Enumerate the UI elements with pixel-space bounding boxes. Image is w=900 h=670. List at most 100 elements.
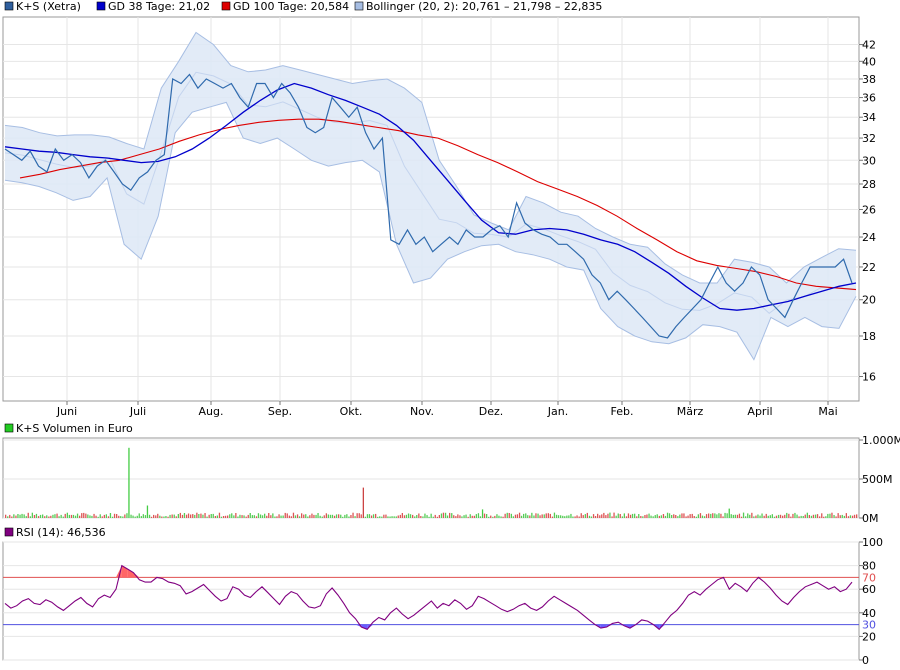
- volume-bar: [529, 515, 531, 518]
- volume-bar: [241, 515, 243, 518]
- volume-bar: [525, 513, 527, 518]
- volume-bar: [389, 516, 391, 518]
- legend-swatch-3: [354, 1, 364, 11]
- volume-bar: [461, 516, 463, 518]
- volume-bar: [695, 516, 697, 518]
- volume-bar: [179, 512, 181, 518]
- volume-panel-frame: [2, 437, 860, 519]
- volume-bar: [309, 515, 311, 518]
- price-x-tick-label: April: [747, 405, 772, 418]
- volume-bar: [276, 516, 278, 518]
- volume-bar: [366, 514, 369, 518]
- volume-bar: [473, 515, 475, 518]
- volume-bar: [387, 516, 389, 518]
- volume-bar: [132, 515, 134, 518]
- volume-bar: [50, 515, 52, 518]
- volume-bar: [821, 513, 823, 518]
- volume-bar: [574, 516, 576, 518]
- volume-bar: [62, 516, 64, 518]
- volume-bar: [5, 514, 7, 518]
- volume-bar: [391, 516, 393, 518]
- price-x-tick-label: Okt.: [340, 405, 363, 418]
- volume-bar: [122, 516, 124, 518]
- volume-bar: [784, 514, 786, 518]
- legend-label-2: GD 100 Tage: 20,584: [233, 0, 349, 13]
- volume-bar: [765, 513, 767, 518]
- volume-bar: [231, 513, 233, 518]
- volume-bar: [173, 514, 175, 518]
- volume-bar: [89, 515, 91, 518]
- volume-bar: [627, 513, 630, 518]
- volume-bar: [95, 515, 97, 518]
- volume-bar: [794, 512, 796, 518]
- volume-bar: [543, 514, 545, 518]
- volume-y-tick-label: 500M: [862, 473, 893, 486]
- volume-bar: [422, 516, 424, 518]
- volume-bar: [568, 515, 570, 518]
- rsi-y-axis: 020406080100: [859, 536, 883, 667]
- volume-bar: [588, 515, 591, 518]
- price-y-tick-label: 16: [862, 370, 876, 383]
- volume-bar: [11, 516, 13, 518]
- volume-bar: [416, 515, 418, 518]
- volume-bar: [362, 487, 364, 518]
- volume-bar: [313, 514, 315, 518]
- volume-bar: [385, 514, 387, 518]
- volume-bar: [33, 515, 36, 518]
- volume-bar: [393, 516, 395, 518]
- volume-bar: [356, 513, 358, 518]
- volume-bar: [629, 514, 632, 518]
- volume-bar: [773, 516, 776, 518]
- volume-bar: [742, 512, 745, 518]
- volume-bar: [167, 516, 169, 518]
- volume-bar: [31, 512, 33, 518]
- volume-bar: [745, 516, 747, 518]
- volume-bar: [689, 514, 691, 518]
- volume-bar: [477, 513, 480, 518]
- price-y-tick-label: 38: [862, 73, 876, 86]
- volume-bar: [237, 516, 239, 518]
- volume-bar: [656, 514, 658, 518]
- volume-bar: [459, 515, 461, 518]
- volume-bar: [220, 516, 223, 518]
- volume-bar: [732, 514, 734, 518]
- volume-bar: [724, 512, 726, 518]
- volume-bar: [171, 514, 173, 518]
- volume-bar: [44, 516, 46, 518]
- volume-bar: [327, 514, 329, 518]
- volume-bar: [549, 513, 551, 518]
- volume-bar: [68, 514, 70, 518]
- volume-bar: [740, 516, 743, 518]
- volume-bar: [227, 515, 229, 518]
- volume-bar: [851, 515, 854, 518]
- volume-bar: [615, 515, 617, 518]
- price-x-tick-label: Mai: [818, 405, 837, 418]
- volume-bar: [712, 513, 714, 518]
- volume-bar: [631, 513, 634, 518]
- volume-bar: [767, 515, 769, 518]
- volume-bar: [584, 514, 586, 518]
- volume-bar: [500, 516, 502, 518]
- volume-bar: [537, 513, 539, 518]
- volume-bar: [383, 514, 385, 518]
- volume-bar: [321, 516, 323, 518]
- stock-chart: K+S (Xetra) GD 38 Tage: 21,02 GD 100 Tage:…: [2, 0, 900, 667]
- price-x-axis: Juni Juli Aug. Sep. Okt. Nov. Dez. Jan. Feb. März…: [56, 401, 838, 418]
- volume-bar: [307, 516, 309, 518]
- volume-bar: [21, 513, 23, 518]
- volume-bar: [829, 513, 831, 518]
- volume-bar: [144, 515, 147, 518]
- volume-bar: [494, 515, 496, 518]
- volume-bar: [853, 514, 856, 518]
- volume-bar: [644, 515, 646, 518]
- volume-bar: [648, 513, 650, 518]
- volume-bar: [113, 513, 116, 518]
- volume-bar: [590, 516, 593, 518]
- volume-bar: [79, 515, 81, 518]
- volume-bar: [681, 513, 683, 518]
- volume-bar: [342, 516, 344, 518]
- volume-bar: [272, 513, 274, 518]
- volume-bar: [35, 513, 38, 518]
- volume-bar: [329, 514, 332, 518]
- volume-bar: [183, 513, 186, 518]
